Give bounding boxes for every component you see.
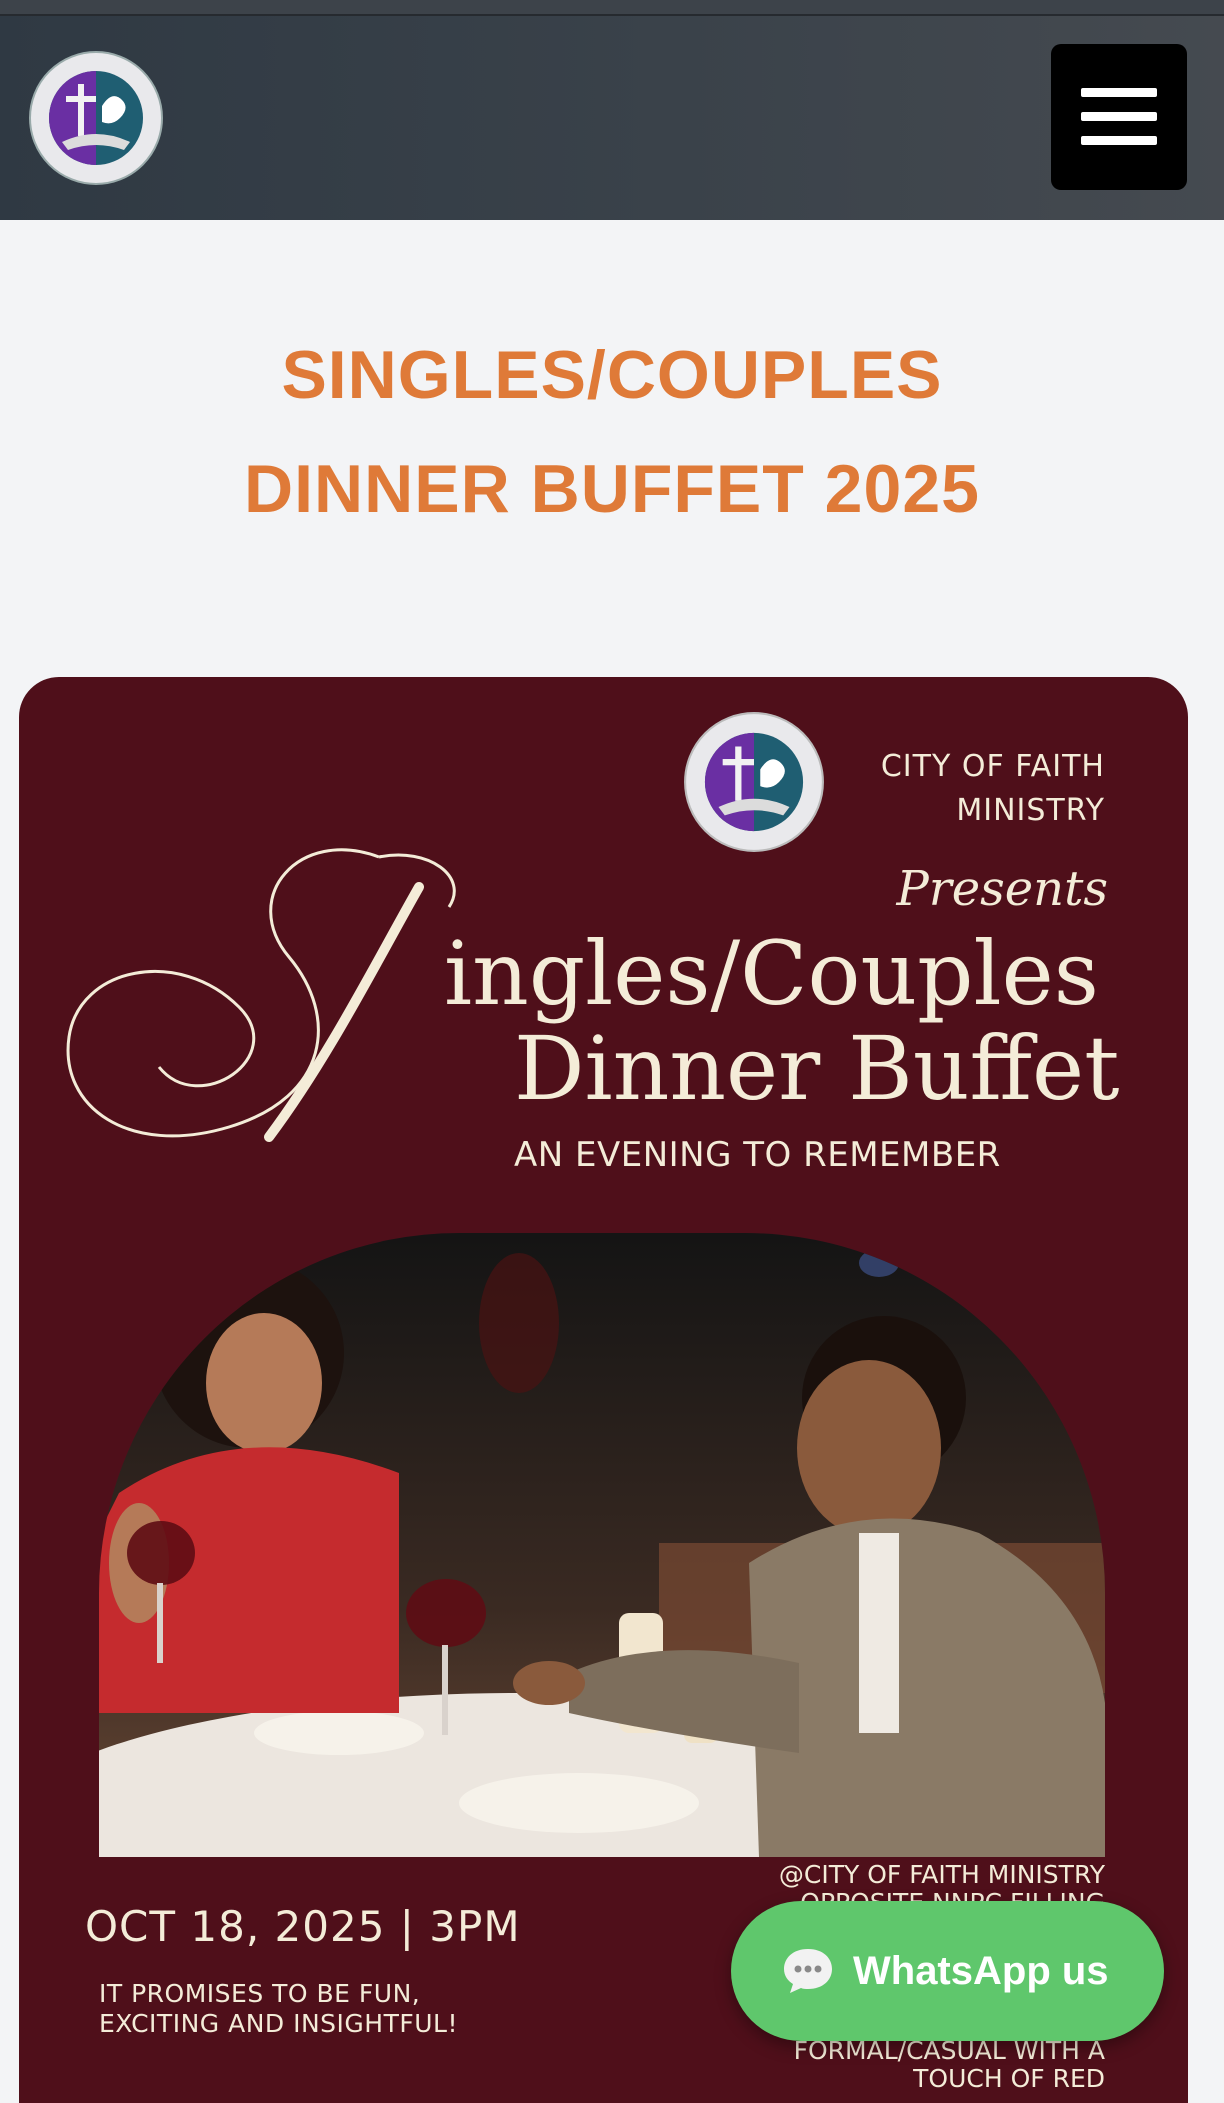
- menu-bar: [1081, 136, 1157, 145]
- flyer-venue-line-1: @CITY OF FAITH MINISTRY: [778, 1860, 1105, 1889]
- script-s-ornament: [66, 848, 456, 1142]
- chat-bubble-icon: [784, 1949, 832, 1993]
- page-title-line-1: SINGLES/COUPLES: [281, 337, 943, 413]
- flyer-tagline: AN EVENING TO REMEMBER: [514, 1135, 1001, 1175]
- flyer-date: OCT 18, 2025 | 3PM: [85, 1902, 521, 1951]
- menu-bar: [1081, 112, 1157, 121]
- flyer-dress-code: FORMAL/CASUAL WITH A TOUCH OF RED: [794, 2037, 1105, 2093]
- couple-dinner-photo: [99, 1233, 1105, 1857]
- whatsapp-label: WhatsApp us: [853, 1948, 1109, 1993]
- menu-bar: [1081, 88, 1157, 97]
- flyer-dress-line-1: FORMAL/CASUAL WITH A: [793, 2036, 1105, 2065]
- whatsapp-chat-button[interactable]: WhatsApp us: [731, 1901, 1164, 2041]
- flyer-heading-line-2: Dinner Buffet: [514, 1017, 1120, 1120]
- flyer-promise-line-1: IT PROMISES TO BE FUN,: [99, 1979, 421, 2008]
- flyer-presents: Presents: [896, 861, 1108, 917]
- page-title-line-2: DINNER BUFFET 2025: [244, 451, 980, 527]
- flyer-heading-line-1: ingles/Couples: [444, 922, 1099, 1025]
- hamburger-menu-button[interactable]: [1051, 44, 1187, 190]
- flyer-logo: [684, 712, 824, 852]
- flyer-org-line-2: MINISTRY: [956, 793, 1105, 828]
- flyer-dress-line-2: TOUCH OF RED: [913, 2064, 1105, 2093]
- browser-top-strip: [0, 0, 1224, 16]
- flyer-org-line-1: CITY OF FAITH: [880, 749, 1105, 784]
- site-logo[interactable]: [28, 50, 164, 186]
- site-header: [0, 16, 1224, 220]
- event-flyer-image: CITY OF FAITH MINISTRY Presents ingles/C…: [19, 677, 1188, 2103]
- flyer-promise-line-2: EXCITING AND INSIGHTFUL!: [99, 2009, 458, 2038]
- flyer-promise: IT PROMISES TO BE FUN, EXCITING AND INSI…: [99, 1979, 458, 2039]
